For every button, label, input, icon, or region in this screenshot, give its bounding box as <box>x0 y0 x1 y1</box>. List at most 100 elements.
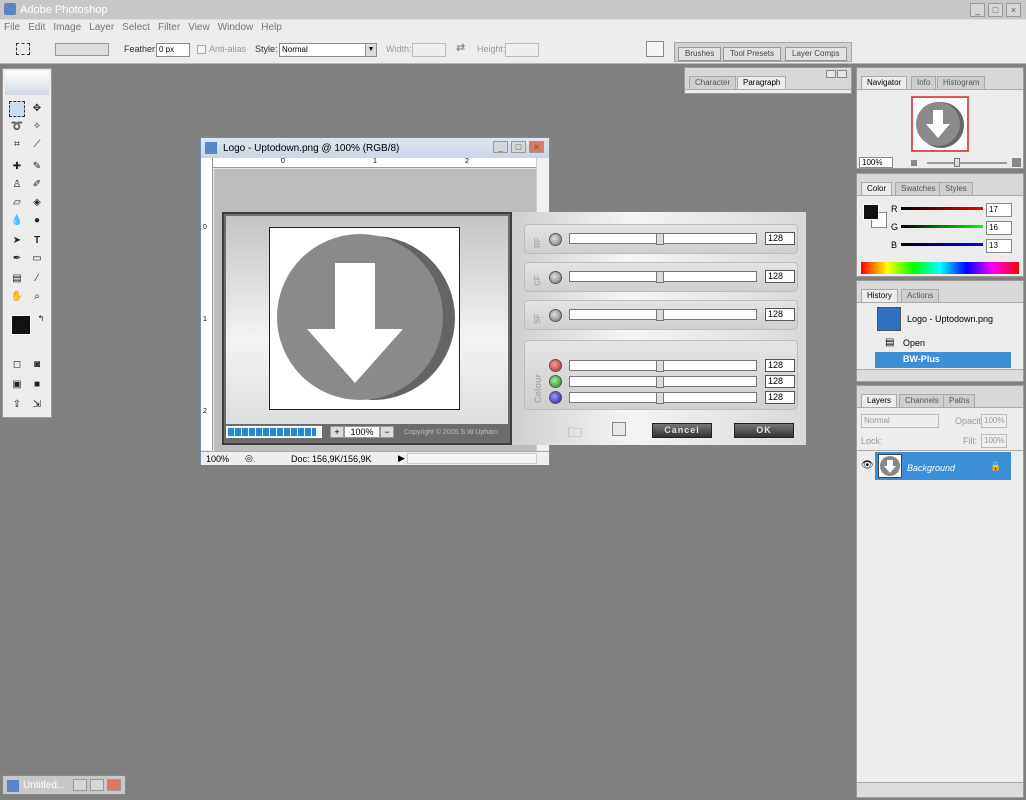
jump-to-icon[interactable]: ⇲ <box>29 397 45 413</box>
history-snapshot-label[interactable]: Logo - Uptodown.png <box>907 314 993 324</box>
feather-field[interactable]: 0 px <box>156 43 190 57</box>
menu-view[interactable]: View <box>184 20 214 35</box>
cf-value[interactable]: 128 <box>765 270 795 283</box>
tab-channels[interactable]: Channels <box>899 394 945 407</box>
full-screen-mode-icon[interactable]: ■ <box>29 377 45 393</box>
tab-brushes[interactable]: Brushes <box>678 47 722 61</box>
foreground-color-swatch[interactable] <box>11 315 31 335</box>
history-snapshot-thumbnail[interactable] <box>877 307 901 331</box>
tab-actions[interactable]: Actions <box>901 289 940 302</box>
tab-history[interactable]: History <box>861 289 898 302</box>
history-item-open[interactable]: Open <box>903 338 925 348</box>
screen-mode-icon[interactable]: ▣ <box>9 377 25 393</box>
status-arrow-icon[interactable]: ▶ <box>398 453 405 464</box>
color-foreground-swatch[interactable] <box>863 204 879 220</box>
sf-value[interactable]: 128 <box>765 308 795 321</box>
menu-window[interactable]: Window <box>214 20 258 35</box>
opacity-field[interactable]: 100% <box>981 414 1007 428</box>
panel-window-buttons[interactable] <box>825 70 849 78</box>
red-knob-icon[interactable] <box>549 359 562 372</box>
tab-styles[interactable]: Styles <box>939 182 973 195</box>
path-selection-tool-icon[interactable]: ➤ <box>9 233 25 249</box>
navigator-zoom-slider[interactable] <box>927 162 1007 164</box>
b-slider[interactable] <box>901 243 983 246</box>
quick-mask-icon[interactable]: ◙ <box>29 357 45 373</box>
tab-tool-presets[interactable]: Tool Presets <box>723 47 782 61</box>
magic-wand-tool-icon[interactable]: ✧ <box>29 119 45 135</box>
history-item-selected-bg[interactable] <box>875 352 1011 368</box>
menu-layer[interactable]: Layer <box>85 20 118 35</box>
dodge-tool-icon[interactable]: ● <box>29 213 45 229</box>
layer-name[interactable]: Background <box>907 463 955 473</box>
cf-slider[interactable] <box>569 271 757 283</box>
tab-color[interactable]: Color <box>861 182 893 195</box>
maximize-button[interactable]: □ <box>988 3 1003 17</box>
menu-select[interactable]: Select <box>118 20 154 35</box>
navigator-proxy-view[interactable] <box>911 96 969 152</box>
eye-icon[interactable]: 👁 <box>861 460 874 471</box>
g-slider[interactable] <box>901 225 983 228</box>
b-field[interactable]: 13 <box>986 239 1012 253</box>
preview-zoom-out-button[interactable]: − <box>380 426 394 438</box>
preview-zoom-field[interactable]: 100% <box>344 426 380 438</box>
notes-tool-icon[interactable]: ▤ <box>9 271 25 287</box>
minimized-document[interactable]: Untitled... <box>2 775 126 795</box>
menu-image[interactable]: Image <box>49 20 85 35</box>
sf-slider[interactable] <box>569 309 757 321</box>
blue-slider-thumb[interactable] <box>656 392 664 404</box>
pen-tool-icon[interactable]: ✒ <box>9 251 25 267</box>
blue-value[interactable]: 128 <box>765 391 795 404</box>
hand-tool-icon[interactable]: ✋ <box>9 289 25 305</box>
layers-footer-buttons[interactable] <box>857 782 1023 797</box>
close-button[interactable]: × <box>1006 3 1021 17</box>
tab-layers[interactable]: Layers <box>861 394 898 407</box>
menu-file[interactable]: File <box>0 20 24 35</box>
cf-knob-icon[interactable] <box>549 271 562 284</box>
rectangle-tool-icon[interactable]: ▭ <box>29 251 45 267</box>
navigator-zoom-field[interactable]: 100% <box>859 157 893 168</box>
tab-navigator[interactable]: Navigator <box>861 76 908 89</box>
paint-bucket-tool-icon[interactable]: ◈ <box>29 195 45 211</box>
marquee-tool-icon[interactable] <box>9 101 25 117</box>
tab-character[interactable]: Character <box>689 76 737 89</box>
green-knob-icon[interactable] <box>549 375 562 388</box>
bf-slider[interactable] <box>569 233 757 245</box>
color-spectrum-bar[interactable] <box>861 262 1019 274</box>
doc-close-button[interactable]: × <box>529 141 544 153</box>
menu-help[interactable]: Help <box>257 20 286 35</box>
clone-stamp-tool-icon[interactable]: ♙ <box>9 177 25 193</box>
blur-tool-icon[interactable]: 💧 <box>9 213 25 229</box>
bf-value[interactable]: 128 <box>765 232 795 245</box>
swap-colors-icon[interactable]: ↰ <box>33 311 49 327</box>
swap-icon[interactable]: ⇄ <box>456 41 465 54</box>
crop-tool-icon[interactable]: ⌗ <box>9 137 25 153</box>
style-select[interactable]: Normal ▼ <box>279 43 377 57</box>
green-value[interactable]: 128 <box>765 375 795 388</box>
plugin-preview-area[interactable] <box>226 216 508 424</box>
healing-brush-tool-icon[interactable]: ✚ <box>9 159 25 175</box>
open-folder-icon[interactable]: 🗀 <box>568 422 582 446</box>
height-field[interactable] <box>505 43 539 57</box>
cancel-button[interactable]: Cancel <box>652 423 712 438</box>
preview-zoom-in-button[interactable]: + <box>330 426 344 438</box>
doc-minimize-button[interactable]: _ <box>493 141 508 153</box>
doc-maximize-button[interactable]: □ <box>511 141 526 153</box>
status-menu-icon[interactable]: ◎ <box>245 453 253 464</box>
history-footer-buttons[interactable] <box>857 369 1023 381</box>
minimized-restore-button[interactable] <box>73 779 87 791</box>
slice-tool-icon[interactable]: ⟋ <box>29 137 45 153</box>
standard-mode-icon[interactable]: ◻ <box>9 357 25 373</box>
blue-knob-icon[interactable] <box>549 391 562 404</box>
file-browser-icon[interactable] <box>646 41 664 57</box>
eyedropper-tool-icon[interactable]: ⁄ <box>29 271 45 287</box>
r-field[interactable]: 17 <box>986 203 1012 217</box>
fill-field[interactable]: 100% <box>981 434 1007 448</box>
lasso-tool-icon[interactable]: ➰ <box>9 119 25 135</box>
selection-mode-icons[interactable] <box>55 43 109 56</box>
blend-mode-select[interactable]: Normal <box>861 414 939 428</box>
zoom-in-icon[interactable] <box>1012 158 1021 167</box>
g-field[interactable]: 16 <box>986 221 1012 235</box>
red-slider[interactable] <box>569 360 757 372</box>
sf-slider-thumb[interactable] <box>656 309 664 321</box>
save-icon[interactable] <box>612 422 626 436</box>
